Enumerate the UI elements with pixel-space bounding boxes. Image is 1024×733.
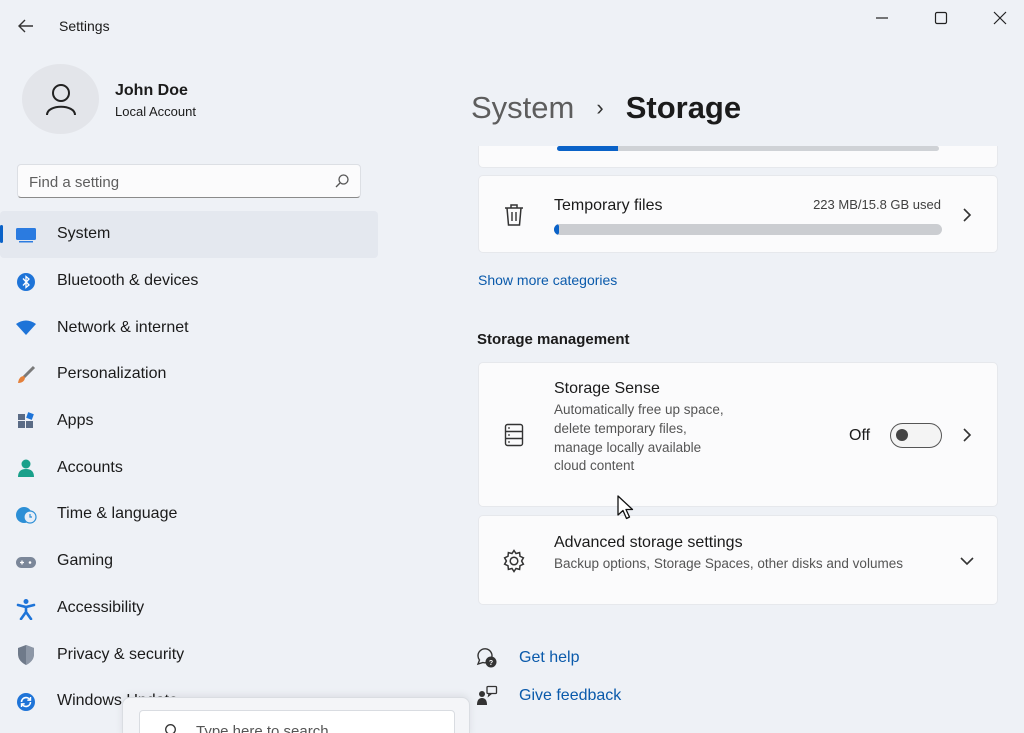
temporary-files-card[interactable]: Temporary files 223 MB/15.8 GB used (478, 175, 998, 253)
storage-usage-bar (557, 146, 939, 151)
arrow-left-icon (18, 19, 33, 33)
sidebar-nav: System Bluetooth & devices Network & int… (0, 211, 378, 725)
sidebar-item-label: Gaming (57, 552, 114, 570)
sidebar-item-personalization[interactable]: Personalization (0, 351, 378, 398)
maximize-icon (934, 11, 948, 25)
system-display-icon (15, 224, 37, 246)
breadcrumb-separator: › (596, 95, 604, 120)
user-avatar-icon (45, 84, 76, 116)
sidebar-item-accessibility[interactable]: Accessibility (0, 585, 378, 632)
sidebar-item-label: Accounts (57, 458, 123, 476)
storage-sense-title: Storage Sense (554, 380, 660, 397)
taskbar-search-box[interactable]: Type here to search (139, 710, 455, 733)
get-help-link[interactable]: Get help (519, 649, 579, 667)
temporary-files-progress (554, 224, 942, 235)
mouse-cursor-icon (617, 495, 634, 520)
storage-usage-fill (557, 146, 619, 151)
settings-search (17, 164, 361, 198)
storage-sense-toggle[interactable] (890, 423, 942, 448)
bluetooth-icon (15, 271, 37, 293)
apps-icon (15, 411, 37, 433)
account-type: Local Account (115, 104, 196, 119)
sidebar-item-time-language[interactable]: Time & language (0, 491, 378, 538)
show-more-categories-link[interactable]: Show more categories (478, 272, 617, 288)
storage-sense-toggle-label: Off (849, 427, 871, 444)
chevron-right-icon (959, 427, 975, 443)
sidebar-item-system[interactable]: System (0, 211, 378, 258)
storage-management-heading: Storage management (477, 331, 630, 348)
storage-sense-card[interactable]: Storage Sense Automatically free up spac… (478, 362, 998, 507)
gear-icon (501, 548, 527, 574)
search-input[interactable] (29, 172, 329, 192)
minimize-icon (876, 17, 888, 19)
minimize-button[interactable] (865, 6, 899, 30)
maximize-button[interactable] (924, 6, 958, 30)
breadcrumb-parent[interactable]: System (471, 90, 574, 126)
taskbar-search-flyout: Type here to search (122, 697, 470, 733)
page-title: Storage (625, 90, 742, 125)
sidebar-item-network[interactable]: Network & internet (0, 304, 378, 351)
sidebar-item-apps[interactable]: Apps (0, 398, 378, 445)
title-bar: Settings (0, 0, 1024, 48)
sidebar-item-label: Network & internet (57, 318, 189, 336)
sidebar-item-bluetooth[interactable]: Bluetooth & devices (0, 258, 378, 305)
sidebar-item-gaming[interactable]: Gaming (0, 538, 378, 585)
user-name: John Doe (115, 82, 188, 99)
svg-text:?: ? (489, 660, 493, 667)
sidebar-item-label: Privacy & security (57, 645, 185, 663)
trash-icon (501, 202, 527, 228)
sidebar-item-label: System (57, 225, 111, 243)
advanced-storage-title: Advanced storage settings (554, 534, 743, 551)
sidebar-item-label: Bluetooth & devices (57, 272, 199, 290)
advanced-storage-settings-card[interactable]: Advanced storage settings Backup options… (478, 515, 998, 605)
accounts-icon (15, 457, 37, 479)
back-button[interactable] (12, 12, 40, 40)
selection-indicator (0, 225, 3, 243)
gamepad-icon (15, 551, 37, 573)
sidebar-item-label: Apps (57, 412, 94, 430)
accessibility-icon (15, 598, 37, 620)
temporary-files-title: Temporary files (554, 197, 663, 214)
brush-icon (15, 364, 37, 386)
close-button[interactable] (983, 6, 1017, 30)
chevron-right-icon (959, 207, 975, 223)
temporary-files-progress-fill (554, 224, 560, 235)
feedback-person-icon (476, 685, 498, 707)
sidebar-item-accounts[interactable]: Accounts (0, 444, 378, 491)
avatar (22, 64, 99, 134)
taskbar-search-placeholder: Type here to search (196, 723, 329, 733)
get-help-row[interactable]: ? Get help (476, 647, 579, 669)
sidebar-item-privacy[interactable]: Privacy & security (0, 631, 378, 678)
clock-globe-icon (15, 504, 37, 526)
close-icon (993, 11, 1007, 25)
advanced-storage-description: Backup options, Storage Spaces, other di… (554, 556, 903, 571)
app-title: Settings (59, 18, 110, 34)
search-icon (335, 174, 349, 188)
give-feedback-row[interactable]: Give feedback (476, 685, 621, 707)
sidebar-item-label: Personalization (57, 365, 167, 383)
storage-sense-description: Automatically free up space, delete temp… (554, 402, 724, 474)
sidebar-item-label: Time & language (57, 505, 178, 523)
breadcrumb: System › Storage (471, 90, 741, 126)
give-feedback-link[interactable]: Give feedback (519, 687, 621, 705)
help-chat-icon: ? (476, 647, 498, 669)
search-icon (165, 724, 176, 733)
wifi-icon (15, 317, 37, 339)
storage-drive-icon (501, 422, 527, 448)
temporary-files-usage: 223 MB/15.8 GB used (813, 197, 941, 212)
storage-category-card-partial[interactable] (478, 146, 998, 168)
windows-update-icon (15, 691, 37, 713)
toggle-knob (896, 429, 908, 441)
sidebar-item-label: Accessibility (57, 598, 145, 616)
shield-icon (15, 644, 37, 666)
chevron-down-icon (959, 553, 975, 569)
